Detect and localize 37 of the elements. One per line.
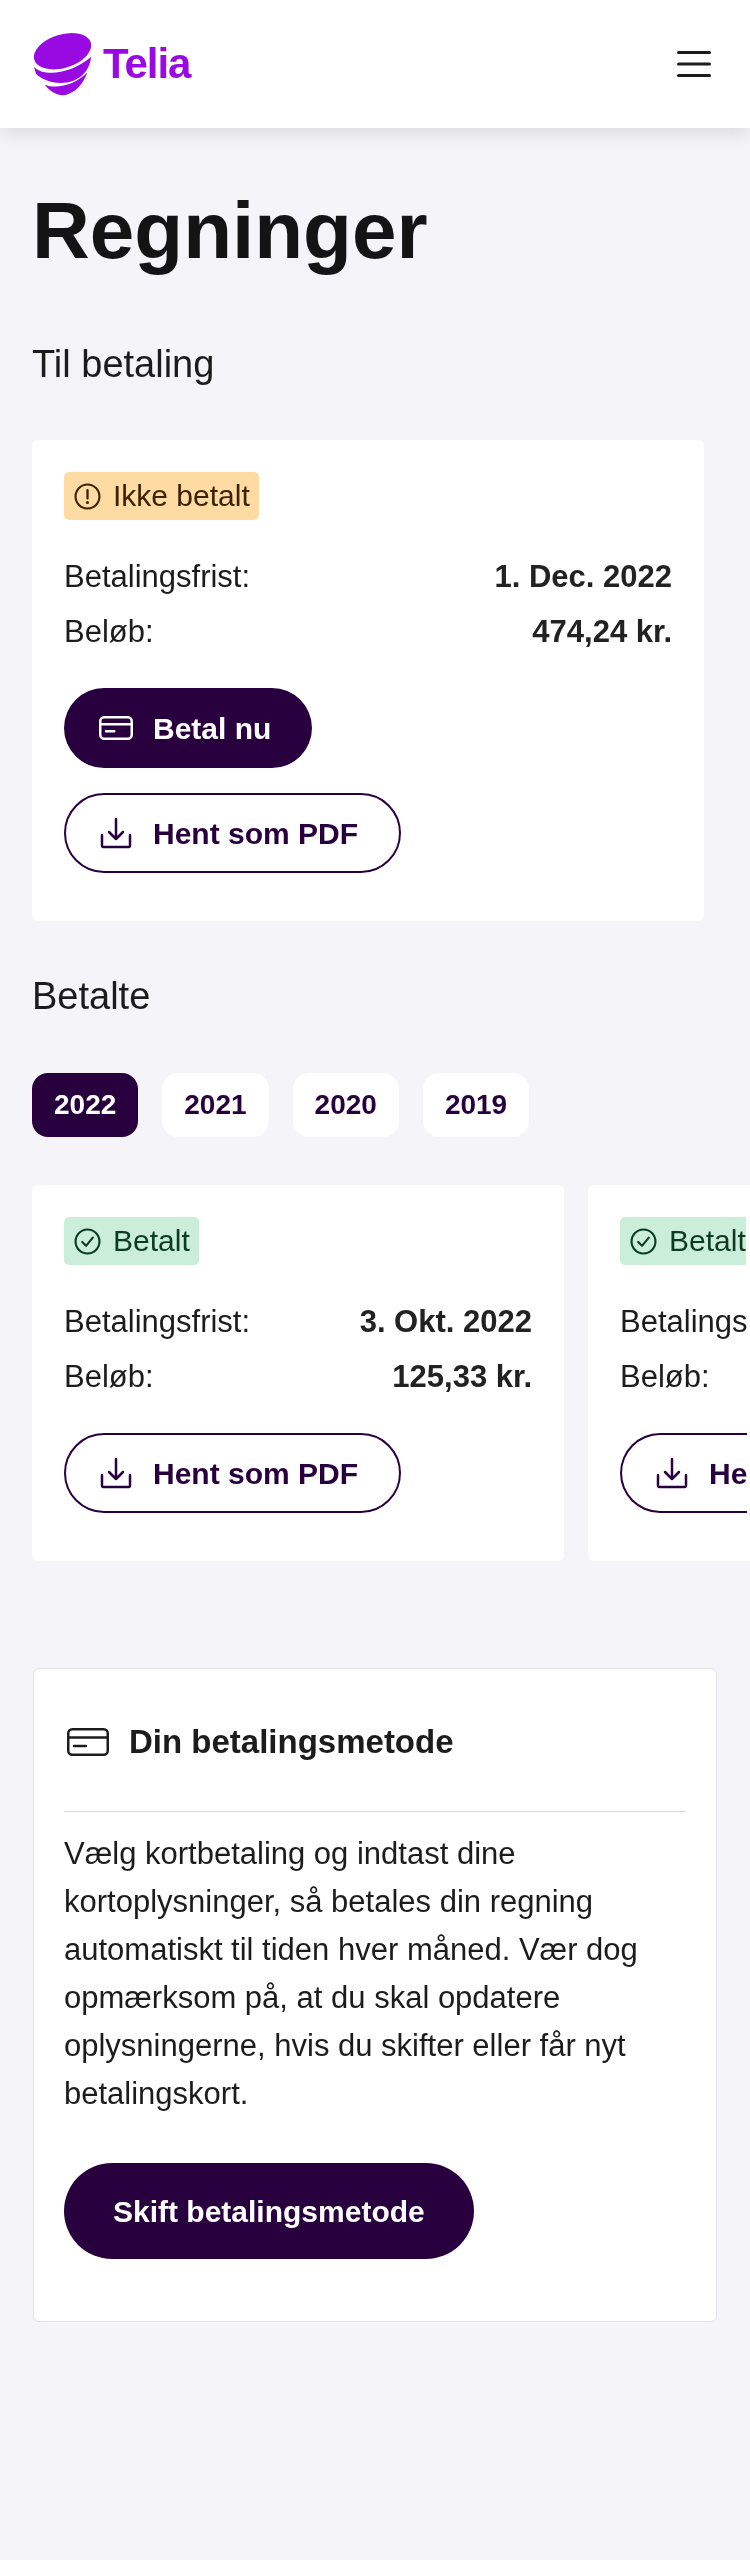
logo-icon [32,32,93,96]
download-icon [655,1456,689,1490]
field-label: Beløb: [64,613,154,652]
year-tab[interactable]: 2019 [422,1073,530,1137]
field-label: Beløb: [64,1358,154,1397]
download-icon [99,1456,133,1490]
field-value: 125,33 kr. [392,1358,532,1397]
status-text: Betalt [113,1226,190,1256]
credit-card-icon [99,716,133,740]
menu-icon[interactable] [677,50,711,78]
field-value: 3. Okt. 2022 [359,1303,532,1342]
download-icon [99,816,133,850]
year-tab[interactable]: 2021 [162,1073,269,1137]
field-label: Betalingsfrist: [64,558,251,597]
field-label: Betalingsfrist: [64,1303,251,1342]
description-text: Vælg kortbetaling og indtast dine kortoplysninger, så betales din regning automatiskt til tiden hver måned. Vær dog opmærksom på, at du skal opdatere oplysningerne, hvis du skifter eller får nyt betalingskort. [64,1835,639,2113]
status-text: Betalt [669,1226,746,1256]
logo-text: Telia [103,43,191,85]
credit-card-icon [67,1728,109,1756]
change-payment-method-button[interactable]: Skift betalingsmetode [64,2163,474,2259]
download-pdf-button[interactable]: Hent som PDF [64,793,402,873]
field-value: 1. Dec. 2022 [494,558,672,597]
download-pdf-button[interactable]: He [620,1433,748,1513]
field-label: Betalings [620,1303,748,1342]
check-circle-icon [630,1227,657,1255]
section-title: Din betalingsmetode [129,1722,454,1762]
year-tab[interactable]: 2020 [292,1073,399,1137]
section-heading: Betalte [32,977,152,1015]
check-circle-icon [74,1227,101,1255]
pay-button[interactable]: Betal nu [64,688,313,768]
year-tab[interactable]: 2022 [32,1073,139,1137]
field-label: Beløb: [620,1358,710,1397]
download-pdf-button[interactable]: Hent som PDF [64,1433,402,1513]
status-text: Ikke betalt [113,481,250,511]
section-heading: Til betaling [32,345,216,383]
exclamation-circle-icon [74,482,101,510]
field-value: 474,24 kr. [532,613,672,652]
